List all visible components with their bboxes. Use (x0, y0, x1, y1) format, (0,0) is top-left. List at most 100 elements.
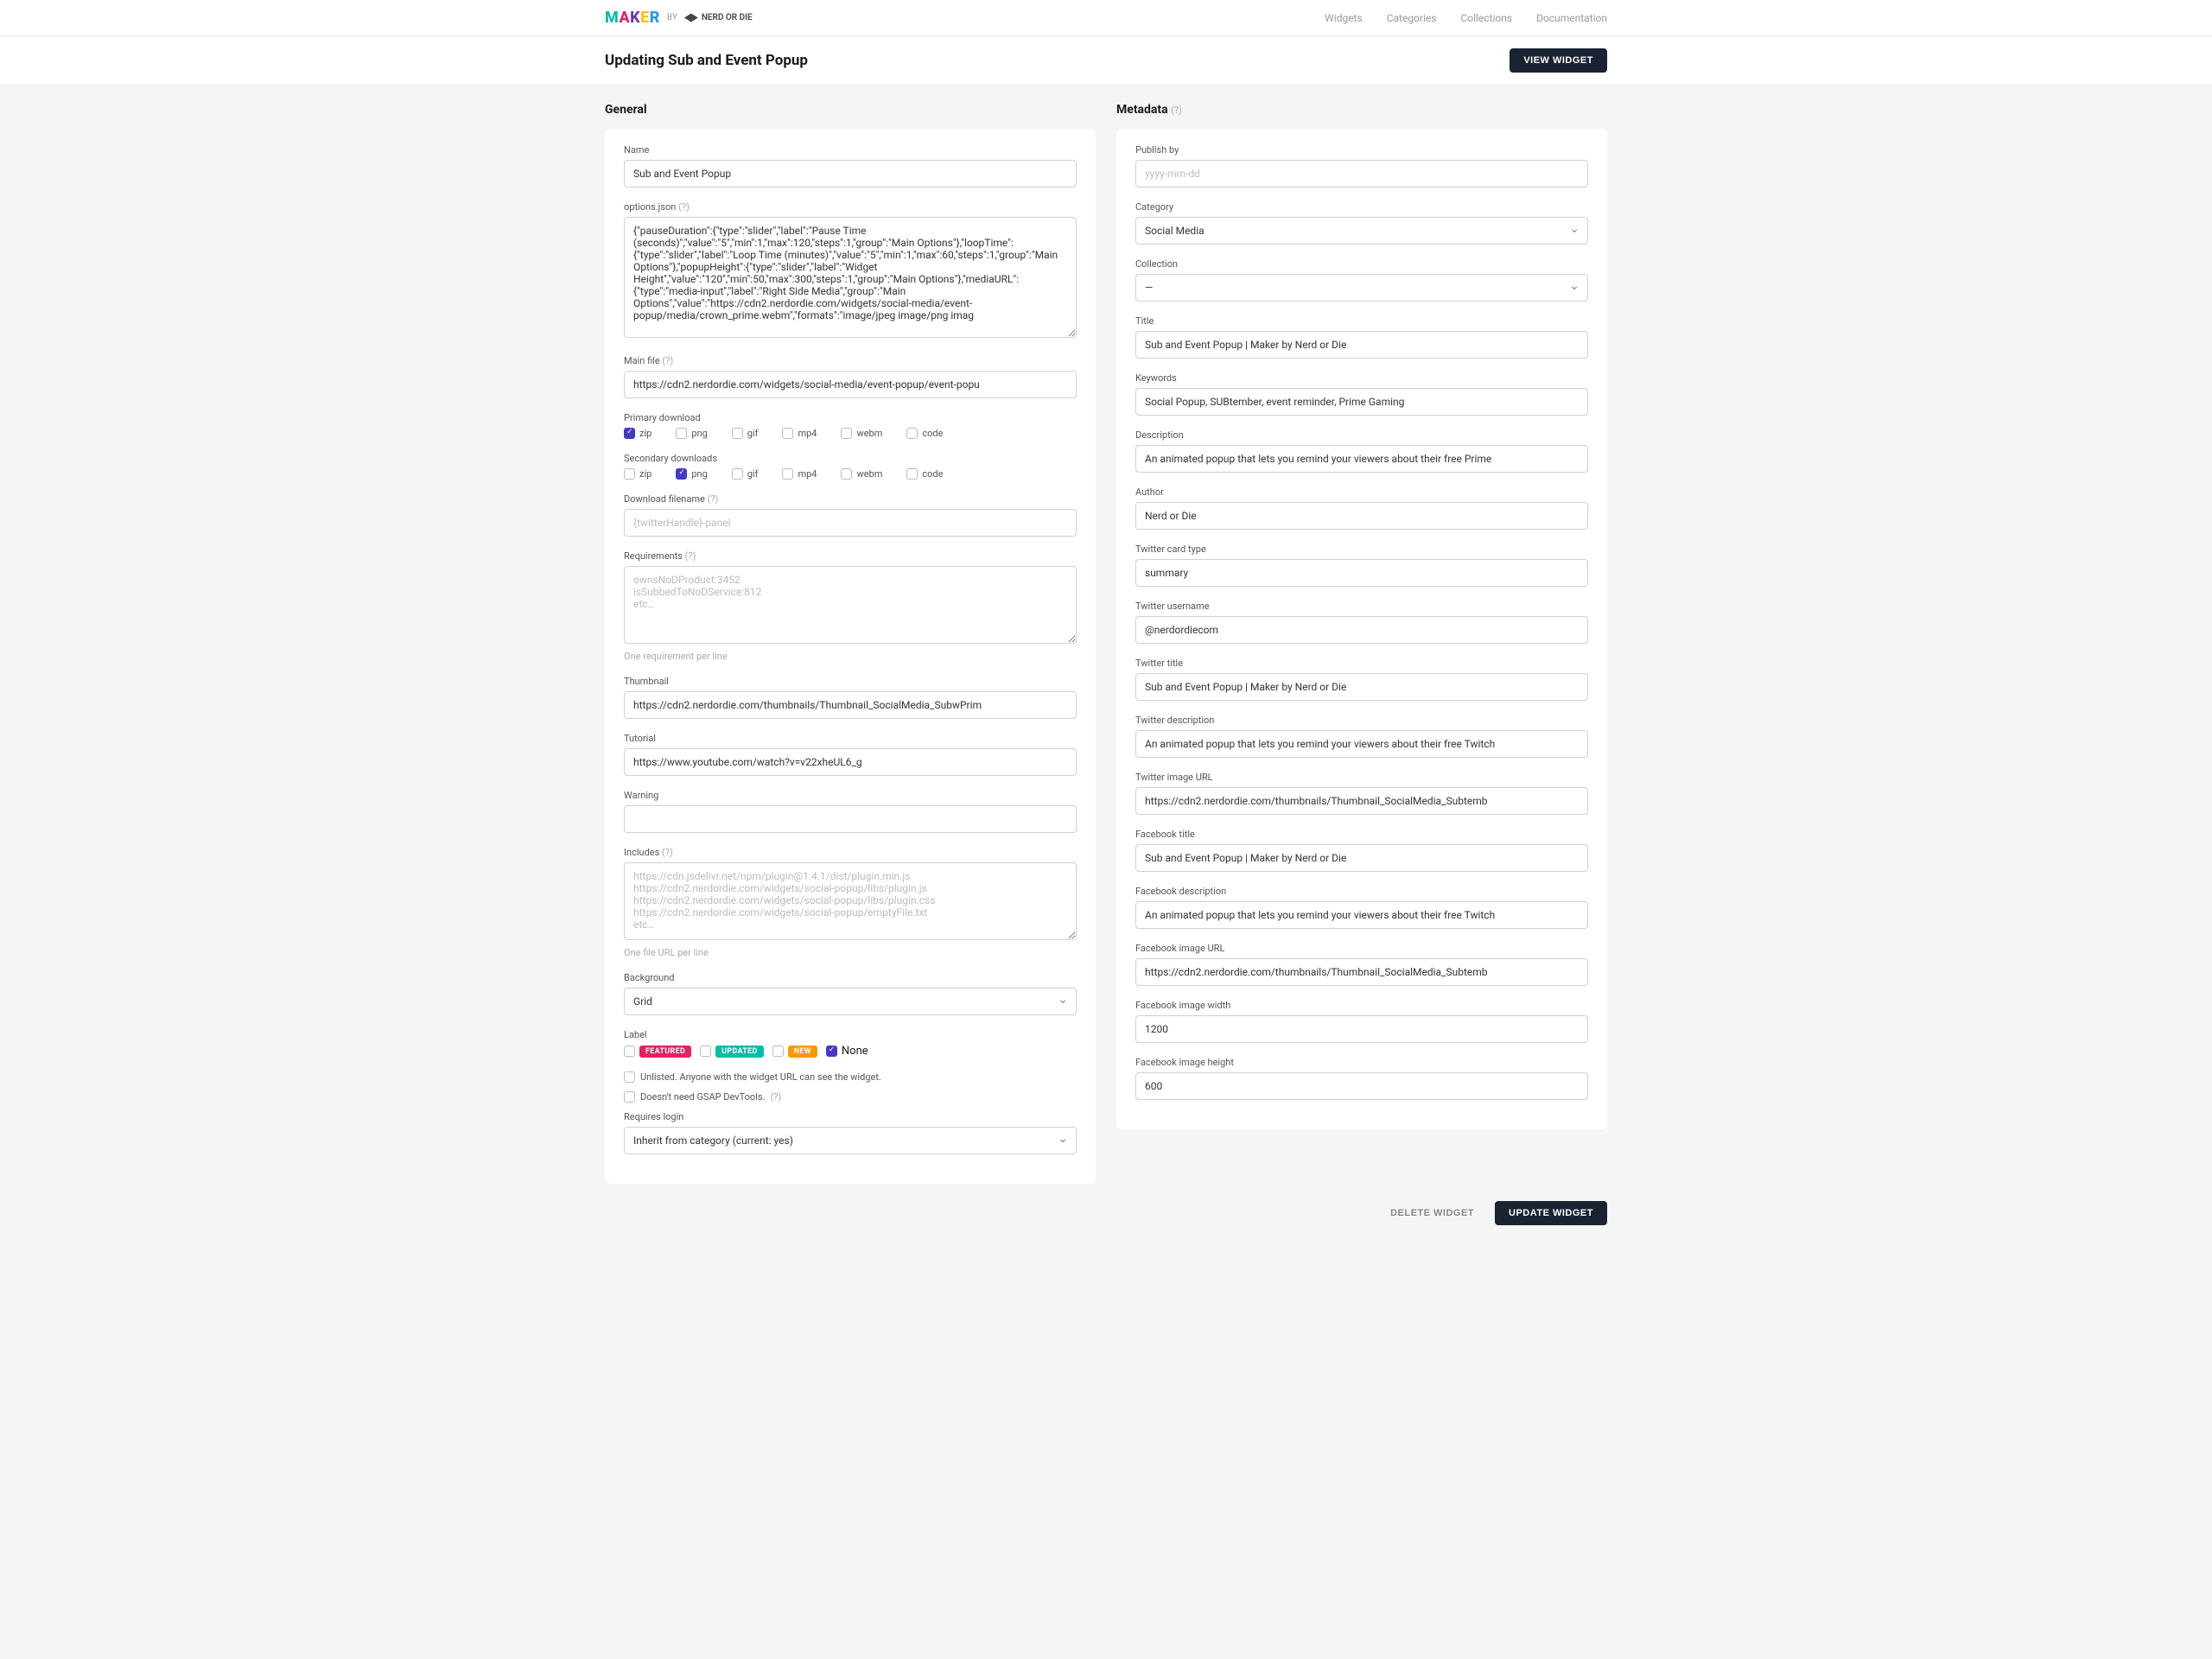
primary-png-checkbox[interactable] (676, 428, 687, 439)
fbh-label: Facebook image height (1135, 1057, 1588, 1068)
delete-widget-button[interactable]: DELETE WIDGET (1376, 1201, 1488, 1225)
unlisted-checkbox[interactable] (624, 1071, 635, 1083)
footer-actions: DELETE WIDGET UPDATE WIDGET (588, 1201, 1624, 1251)
subheader: Updating Sub and Event Popup VIEW WIDGET (0, 36, 2212, 86)
requirements-hint: One requirement per line (624, 651, 1077, 662)
nav-categories[interactable]: Categories (1387, 12, 1437, 24)
twimg-input[interactable] (1135, 787, 1588, 815)
fbdesc-label: Facebook description (1135, 886, 1588, 897)
primary-gif-checkbox[interactable] (732, 428, 743, 439)
tutorial-input[interactable] (624, 748, 1077, 776)
twtitle-label: Twitter title (1135, 658, 1588, 669)
category-select[interactable]: Social Media (1135, 217, 1588, 245)
mainfile-input[interactable] (624, 371, 1077, 398)
category-label: Category (1135, 201, 1588, 213)
includes-label: Includes (?) (624, 847, 1077, 858)
logo-by: BY (667, 13, 677, 22)
help-icon[interactable]: (?) (662, 847, 673, 858)
thumbnail-input[interactable] (624, 691, 1077, 719)
fbtitle-label: Facebook title (1135, 829, 1588, 840)
includes-textarea[interactable] (624, 862, 1077, 940)
background-select[interactable]: Grid (624, 988, 1077, 1015)
twuser-input[interactable] (1135, 616, 1588, 644)
download-filename-input[interactable] (624, 509, 1077, 537)
page-title: Updating Sub and Event Popup (605, 52, 808, 69)
twdesc-label: Twitter description (1135, 715, 1588, 726)
twdesc-input[interactable] (1135, 730, 1588, 758)
label-updated-radio[interactable] (700, 1046, 711, 1057)
fbimg-input[interactable] (1135, 958, 1588, 986)
fbw-input[interactable] (1135, 1015, 1588, 1043)
primary-webm-checkbox[interactable] (841, 428, 852, 439)
topbar: MAKER BY NERD OR DIE Widgets Categories … (0, 0, 2212, 36)
diamond-icon (684, 14, 698, 22)
keywords-label: Keywords (1135, 372, 1588, 384)
twtitle-input[interactable] (1135, 673, 1588, 701)
mainfile-label: Main file (?) (624, 355, 1077, 366)
general-column: General Name options.json (?) {"pauseDur… (605, 103, 1096, 1184)
description-input[interactable] (1135, 445, 1588, 473)
label-none-radio[interactable] (826, 1046, 837, 1057)
secondary-code-checkbox[interactable] (906, 468, 918, 480)
update-widget-button[interactable]: UPDATE WIDGET (1495, 1201, 1607, 1225)
updated-badge: UPDATED (715, 1046, 764, 1058)
logo-nerdordie: NERD OR DIE (684, 13, 753, 22)
metadata-title: Metadata (?) (1116, 103, 1607, 117)
primary-mp4-checkbox[interactable] (782, 428, 793, 439)
logo-maker: MAKER (605, 9, 660, 27)
warning-label: Warning (624, 790, 1077, 801)
label-featured-radio[interactable] (624, 1046, 635, 1057)
help-icon[interactable]: (?) (678, 201, 690, 213)
fbh-input[interactable] (1135, 1072, 1588, 1100)
publish-input[interactable] (1135, 160, 1588, 188)
secondary-mp4-checkbox[interactable] (782, 468, 793, 480)
name-label: Name (624, 144, 1077, 156)
twcard-input[interactable] (1135, 559, 1588, 587)
author-input[interactable] (1135, 502, 1588, 530)
requirements-label: Requirements (?) (624, 550, 1077, 562)
warning-input[interactable] (624, 805, 1077, 833)
help-icon[interactable]: (?) (662, 355, 673, 366)
secondary-png-checkbox[interactable] (676, 468, 687, 480)
options-textarea[interactable]: {"pauseDuration":{"type":"slider","label… (624, 217, 1077, 338)
secondary-gif-checkbox[interactable] (732, 468, 743, 480)
mtitle-input[interactable] (1135, 331, 1588, 359)
view-widget-button[interactable]: VIEW WIDGET (1510, 48, 1607, 73)
featured-badge: FEATURED (639, 1046, 691, 1058)
name-input[interactable] (624, 160, 1077, 188)
requires-login-select[interactable]: Inherit from category (current: yes) (624, 1127, 1077, 1154)
help-icon[interactable]: (?) (1171, 105, 1182, 116)
fbimg-label: Facebook image URL (1135, 943, 1588, 954)
label-label: Label (624, 1029, 1077, 1040)
primary-zip-checkbox[interactable] (624, 428, 635, 439)
fbw-label: Facebook image width (1135, 1000, 1588, 1011)
requires-login-label: Requires login (624, 1111, 1077, 1122)
metadata-column: Metadata (?) Publish by Category Social M… (1116, 103, 1607, 1129)
publish-label: Publish by (1135, 144, 1588, 156)
nav-documentation[interactable]: Documentation (1536, 12, 1607, 24)
download-filename-label: Download filename (?) (624, 493, 1077, 505)
gsap-checkbox[interactable] (624, 1091, 635, 1103)
primary-code-checkbox[interactable] (906, 428, 918, 439)
fbtitle-input[interactable] (1135, 844, 1588, 872)
fbdesc-input[interactable] (1135, 901, 1588, 929)
collection-select[interactable]: — (1135, 274, 1588, 302)
requirements-textarea[interactable] (624, 566, 1077, 644)
twcard-label: Twitter card type (1135, 543, 1588, 555)
help-icon[interactable]: (?) (685, 550, 696, 562)
keywords-input[interactable] (1135, 388, 1588, 416)
secondary-zip-checkbox[interactable] (624, 468, 635, 480)
help-icon[interactable]: (?) (770, 1091, 781, 1103)
author-label: Author (1135, 486, 1588, 498)
gsap-text: Doesn't need GSAP DevTools. (640, 1091, 765, 1103)
unlisted-text: Unlisted. Anyone with the widget URL can… (640, 1071, 881, 1083)
new-badge: NEW (788, 1046, 817, 1058)
background-label: Background (624, 972, 1077, 983)
label-new-radio[interactable] (772, 1046, 784, 1057)
secondary-webm-checkbox[interactable] (841, 468, 852, 480)
includes-hint: One file URL per line (624, 947, 1077, 958)
help-icon[interactable]: (?) (708, 493, 719, 505)
nav-collections[interactable]: Collections (1460, 12, 1512, 24)
nav-widgets[interactable]: Widgets (1325, 12, 1363, 24)
logo[interactable]: MAKER BY NERD OR DIE (605, 9, 753, 27)
